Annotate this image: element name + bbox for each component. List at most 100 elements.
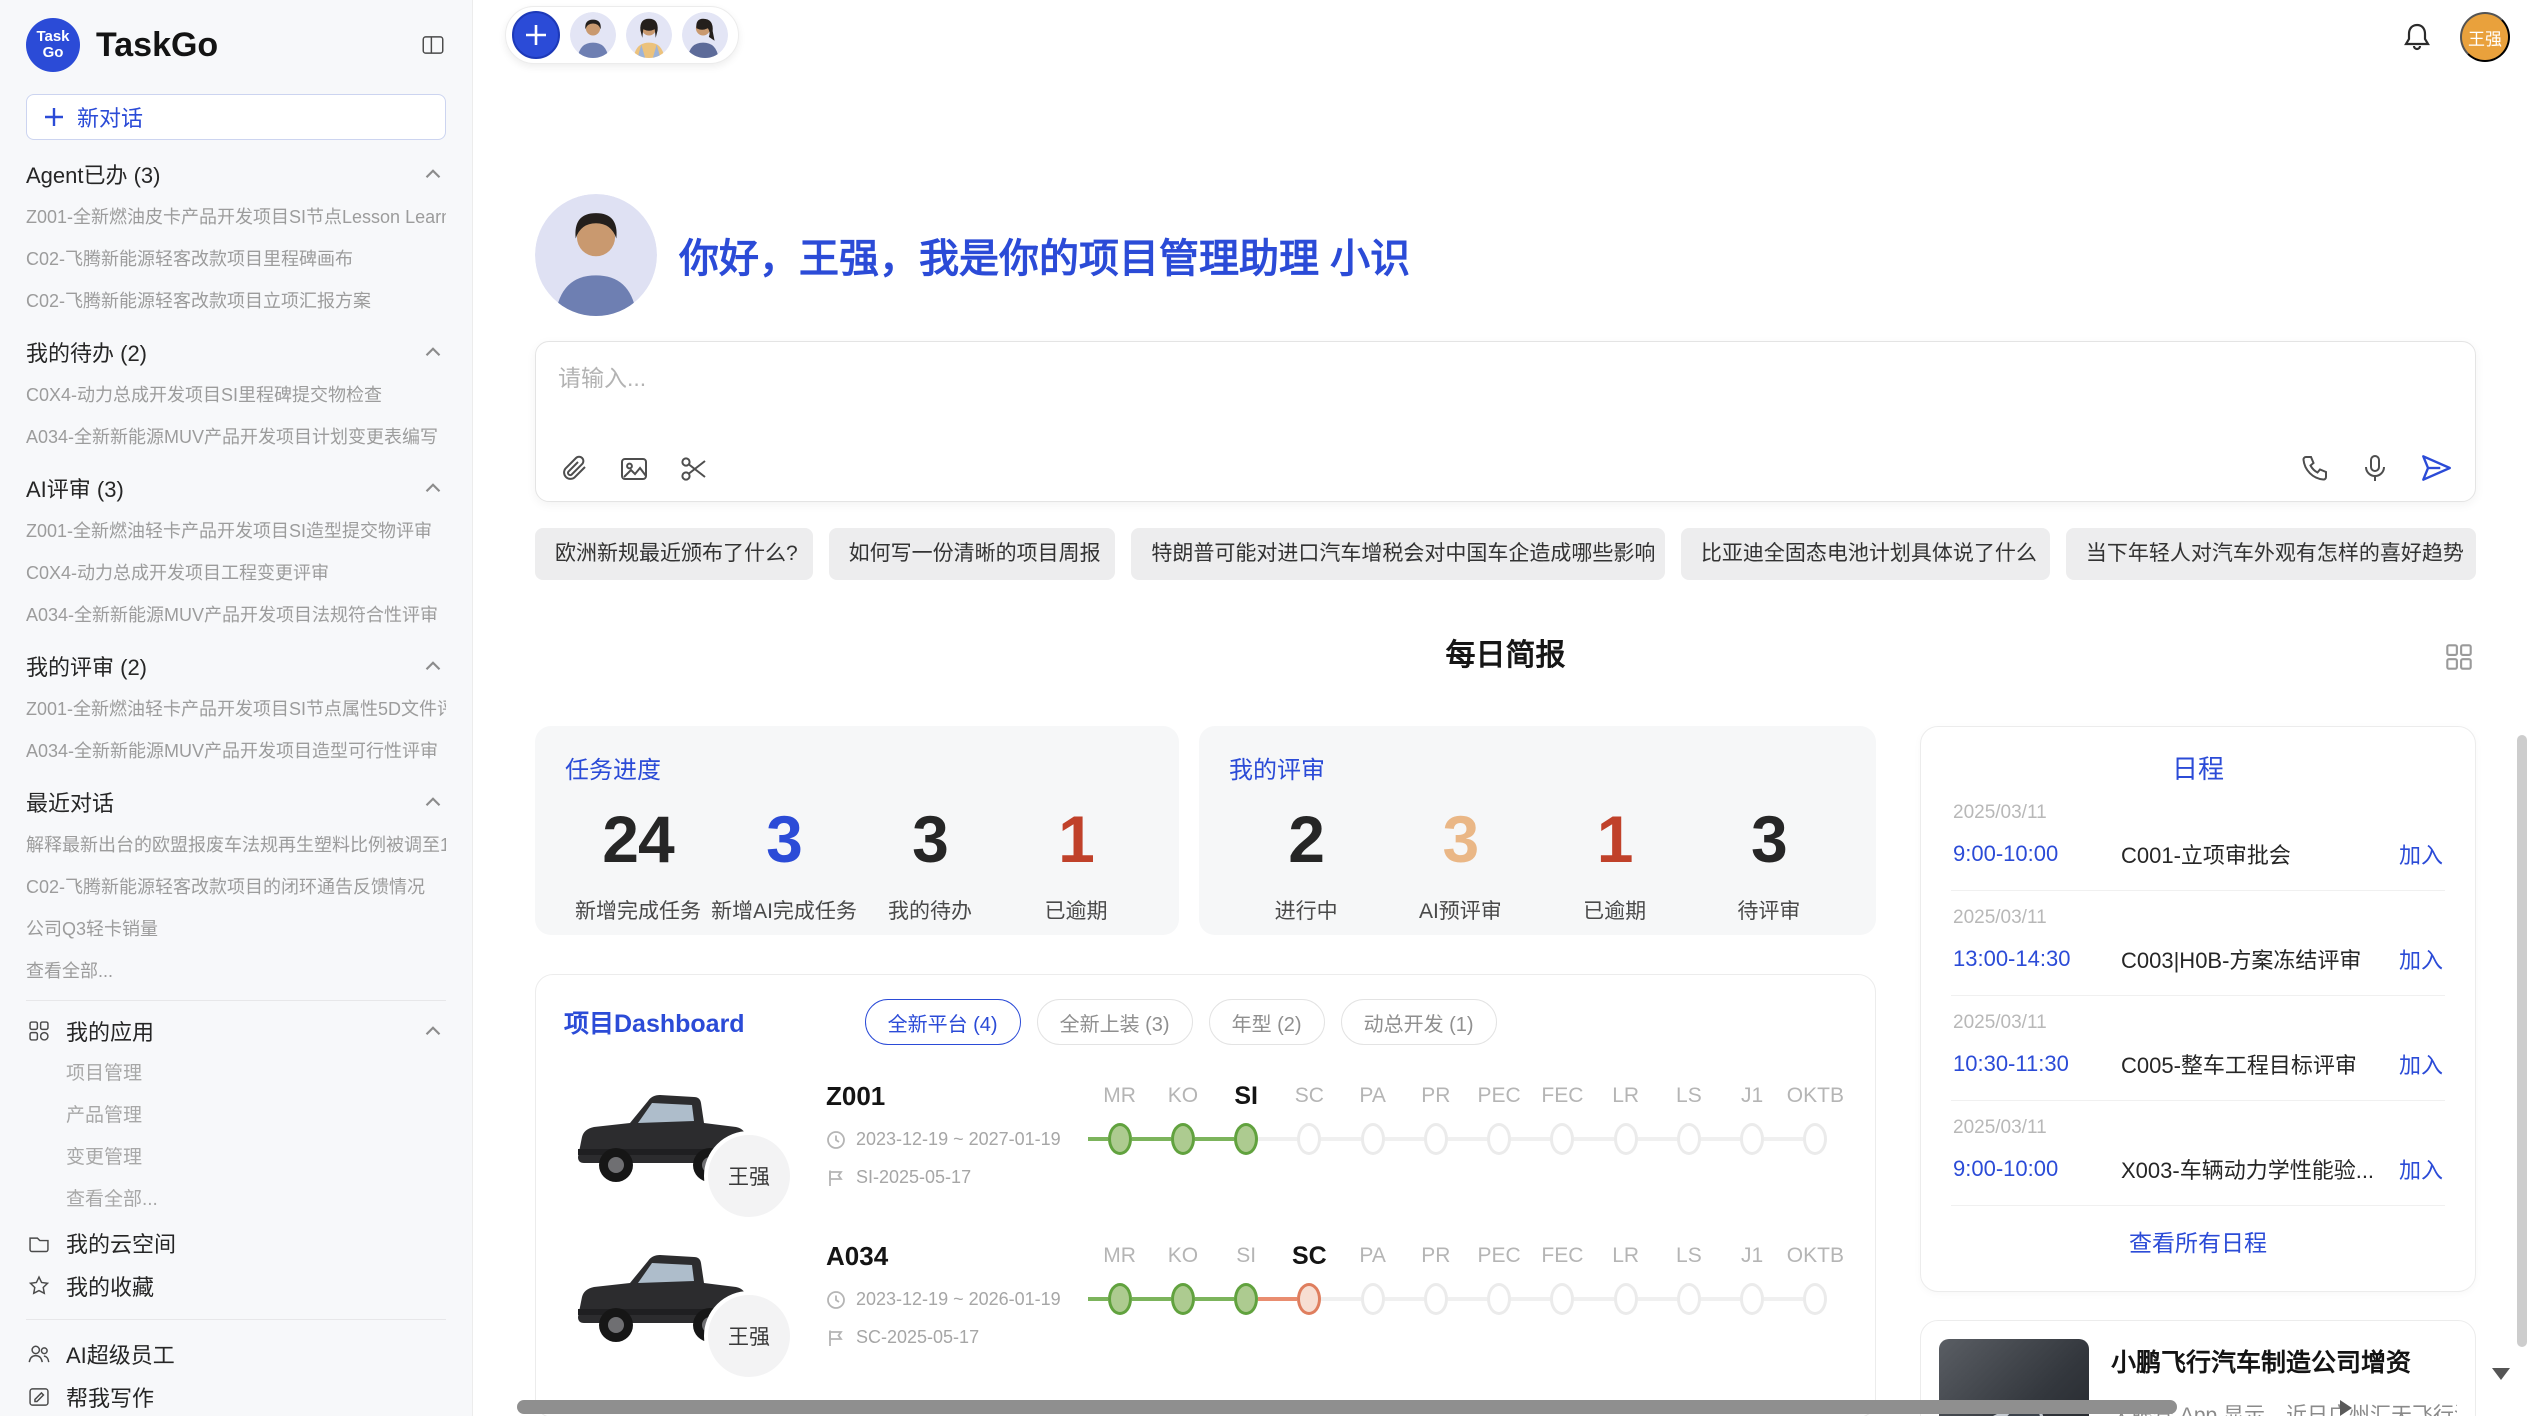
section-title: Agent已办 (3): [26, 158, 161, 190]
divider: [26, 1000, 446, 1001]
section-agent-done[interactable]: Agent已办 (3): [26, 152, 446, 196]
milestone-dot: [1677, 1123, 1701, 1155]
image-upload-button[interactable]: [618, 453, 650, 485]
schedule-date: 2025/03/11: [1953, 907, 2443, 929]
suggestion-chip[interactable]: 特朗普可能对进口汽车增税会对中国车企造成哪些影响: [1131, 528, 1665, 580]
brief-columns: 任务进度 24 新增完成任务 3 新增AI完成任务: [535, 726, 2476, 1416]
list-item[interactable]: A034-全新新能源MUV产品开发项目造型可行性评审: [26, 730, 446, 772]
stat-label: 已逾期: [1538, 895, 1692, 925]
horizontal-scrollbar-thumb[interactable]: [517, 1400, 2177, 1414]
user-avatar[interactable]: 王强: [2460, 12, 2510, 62]
collapse-sidebar-button[interactable]: [420, 32, 446, 58]
milestone-dot: [1740, 1283, 1764, 1315]
person-avatar-icon: [682, 12, 728, 58]
agent-avatar[interactable]: [682, 12, 728, 58]
schedule-time: 13:00-14:30: [1953, 946, 2121, 972]
list-item[interactable]: A034-全新新能源MUV产品开发项目法规符合性评审: [26, 594, 446, 636]
greeting-row: 你好，王强，我是你的项目管理助理 小识: [535, 194, 2476, 316]
milestone-dot: [1171, 1123, 1195, 1155]
scroll-right-arrow[interactable]: [2340, 1400, 2352, 1416]
suggestion-chip[interactable]: 当下年轻人对汽车外观有怎样的喜好趋势: [2066, 528, 2476, 580]
project-code: A034: [826, 1241, 1074, 1272]
view-all-chats[interactable]: 查看全部...: [26, 950, 446, 992]
milestone-dot: [1234, 1123, 1258, 1155]
clock-icon: [826, 1130, 846, 1150]
join-meeting-link[interactable]: 加入: [2399, 1048, 2443, 1080]
tab-new-body[interactable]: 全新上装 (3): [1037, 999, 1193, 1045]
section-my-review[interactable]: 我的评审 (2): [26, 644, 446, 688]
stat: 2 进行中: [1229, 801, 1383, 925]
tab-powertrain[interactable]: 动总开发 (1): [1341, 999, 1497, 1045]
join-meeting-link[interactable]: 加入: [2399, 943, 2443, 975]
app-item-product-mgmt[interactable]: 产品管理: [66, 1095, 446, 1137]
list-item[interactable]: Z001-全新燃油轻卡产品开发项目SI造型提交物评审: [26, 510, 446, 552]
list-item[interactable]: C0X4-动力总成开发项目工程变更评审: [26, 552, 446, 594]
milestone-label: SI: [1215, 1079, 1278, 1113]
suggestion-chip[interactable]: 如何写一份清晰的项目周报: [829, 528, 1116, 580]
voice-call-button[interactable]: [2299, 452, 2331, 484]
vertical-scrollbar[interactable]: [2517, 735, 2527, 1347]
image-icon: [618, 453, 650, 485]
suggestion-chip[interactable]: 欧洲新规最近颁布了什么?: [535, 528, 813, 580]
add-agent-button[interactable]: [512, 11, 560, 59]
milestone-dot: [1361, 1283, 1385, 1315]
app-item-change-mgmt[interactable]: 变更管理: [66, 1137, 446, 1179]
layout-switch-button[interactable]: [2442, 640, 2476, 674]
milestone-label: FEC: [1531, 1079, 1594, 1113]
tab-model-year[interactable]: 年型 (2): [1209, 999, 1325, 1045]
milestone-label: OKTB: [1784, 1239, 1847, 1273]
sidebar-item-favorites[interactable]: 我的收藏: [26, 1264, 446, 1307]
view-all-schedule-link[interactable]: 查看所有日程: [1951, 1224, 2445, 1258]
join-meeting-link[interactable]: 加入: [2399, 838, 2443, 870]
microphone-button[interactable]: [2359, 452, 2391, 484]
agent-avatar[interactable]: [570, 12, 616, 58]
apps-grid-icon: [26, 1018, 52, 1044]
stat-label: 待评审: [1692, 895, 1846, 925]
stat-row: 24 新增完成任务 3 新增AI完成任务 3 我的待办: [565, 801, 1149, 925]
sidebar-item-cloud-space[interactable]: 我的云空间: [26, 1221, 446, 1264]
list-item[interactable]: 解释最新出台的欧盟报废车法规再生塑料比例被调至15%...: [26, 824, 446, 866]
agent-avatar[interactable]: [626, 12, 672, 58]
project-row[interactable]: 王强 Z001 2023-12-19 ~ 2027-01-19: [564, 1079, 1847, 1205]
attach-button[interactable]: [558, 453, 590, 485]
stat-value: 2: [1229, 801, 1383, 877]
schedule-date: 2025/03/11: [1953, 802, 2443, 824]
project-row[interactable]: 王强 A034 2023-12-19 ~ 2026-01-19: [564, 1239, 1847, 1365]
tab-new-platform[interactable]: 全新平台 (4): [865, 999, 1021, 1045]
chat-input[interactable]: [548, 356, 2463, 400]
list-item[interactable]: Z001-全新燃油轻卡产品开发项目SI节点属性5D文件评审: [26, 688, 446, 730]
milestone-label: PR: [1404, 1079, 1467, 1113]
suggestion-chip[interactable]: 比亚迪全固态电池计划具体说了什么: [1681, 528, 2050, 580]
view-all-apps[interactable]: 查看全部...: [66, 1179, 446, 1221]
send-button[interactable]: [2419, 451, 2453, 485]
screenshot-button[interactable]: [678, 453, 710, 485]
join-meeting-link[interactable]: 加入: [2399, 1153, 2443, 1185]
new-chat-button[interactable]: 新对话: [26, 94, 446, 140]
section-recent-chats[interactable]: 最近对话: [26, 780, 446, 824]
sidebar-item-help-me-write[interactable]: 帮我写作: [26, 1375, 446, 1416]
list-item[interactable]: Z001-全新燃油皮卡产品开发项目SI节点Lesson Learn报告: [26, 196, 446, 238]
section-my-todo[interactable]: 我的待办 (2): [26, 330, 446, 374]
list-item[interactable]: C0X4-动力总成开发项目SI里程碑提交物检查: [26, 374, 446, 416]
milestone-dot: [1614, 1123, 1638, 1155]
list-item[interactable]: C02-飞腾新能源轻客改款项目立项汇报方案: [26, 280, 446, 322]
horizontal-scrollbar[interactable]: [505, 1400, 2532, 1414]
list-item[interactable]: C02-飞腾新能源轻客改款项目里程碑画布: [26, 238, 446, 280]
list-item[interactable]: C02-飞腾新能源轻客改款项目的闭环通告反馈情况: [26, 866, 446, 908]
stat: 3 我的待办: [857, 801, 1003, 925]
composer: [535, 341, 2476, 502]
notifications-button[interactable]: [2400, 20, 2434, 54]
section-title: AI评审 (3): [26, 472, 124, 504]
milestone: PEC: [1468, 1239, 1531, 1321]
section-title: 我的应用: [66, 1015, 154, 1047]
stat-label: 新增AI完成任务: [711, 895, 857, 925]
chevron-up-icon: [420, 653, 446, 679]
scroll-down-arrow[interactable]: [2492, 1368, 2510, 1380]
list-item[interactable]: A034-全新新能源MUV产品开发项目计划变更表编写: [26, 416, 446, 458]
sidebar-item-ai-super-staff[interactable]: AI超级员工: [26, 1332, 446, 1375]
stat-value: 3: [857, 801, 1003, 877]
section-my-apps[interactable]: 我的应用: [26, 1009, 446, 1053]
app-item-project-mgmt[interactable]: 项目管理: [66, 1053, 446, 1095]
list-item[interactable]: 公司Q3轻卡销量: [26, 908, 446, 950]
section-ai-review[interactable]: AI评审 (3): [26, 466, 446, 510]
